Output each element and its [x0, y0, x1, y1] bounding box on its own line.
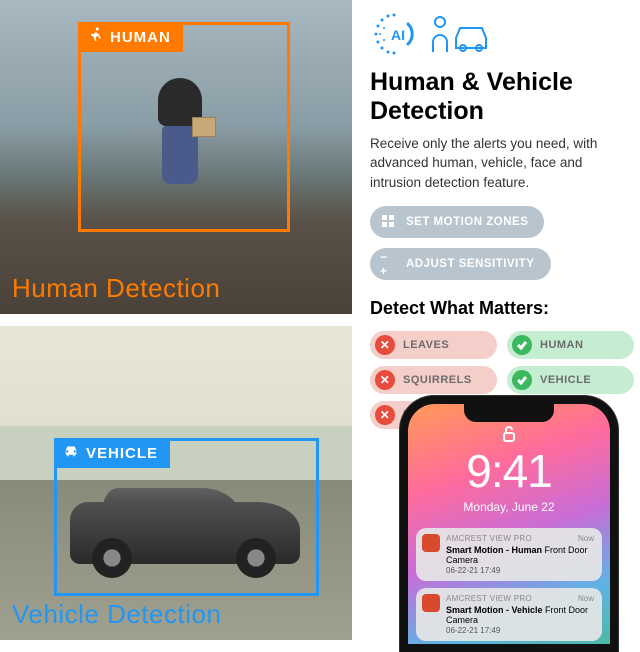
grid-icon: [380, 213, 398, 231]
vehicle-caption: Vehicle Detection: [12, 599, 221, 630]
set-motion-zones-label: SET MOTION ZONES: [406, 216, 528, 228]
icon-row: AI: [370, 10, 634, 58]
notification-title: Smart Motion - Human Front Door Camera: [446, 545, 594, 565]
detect-what-matters-header: Detect What Matters:: [370, 298, 634, 319]
running-person-icon: [86, 26, 104, 48]
subheading: Receive only the alerts you need, with a…: [370, 134, 634, 193]
adjust-sensitivity-label: ADJUST SENSITIVITY: [406, 258, 535, 270]
vehicle-detection-image: VEHICLE Vehicle Detection: [0, 326, 352, 640]
vehicle-bounding-box: VEHICLE: [54, 438, 319, 596]
notification-2[interactable]: AMCREST VIEW PRO Now Smart Motion - Vehi…: [416, 588, 602, 641]
chip-leaves: ✕LEAVES: [370, 331, 497, 359]
notification-time: Now: [578, 594, 594, 603]
x-icon: ✕: [375, 370, 395, 390]
notification-app: AMCREST VIEW PRO: [446, 534, 594, 543]
set-motion-zones-button[interactable]: SET MOTION ZONES: [370, 206, 544, 238]
chip-squirrels: ✕SQUIRRELS: [370, 366, 497, 394]
vehicle-tag-label: VEHICLE: [86, 445, 158, 462]
notification-1[interactable]: AMCREST VIEW PRO Now Smart Motion - Huma…: [416, 528, 602, 581]
x-icon: ✕: [375, 405, 395, 425]
notification-time: Now: [578, 534, 594, 543]
car-icon: [62, 442, 80, 464]
x-icon: ✕: [375, 335, 395, 355]
adjust-sensitivity-button[interactable]: − + ADJUST SENSITIVITY: [370, 248, 551, 280]
human-tag-label: HUMAN: [110, 29, 171, 46]
svg-text:AI: AI: [391, 27, 405, 43]
human-detection-image: HUMAN Human Detection: [0, 0, 352, 314]
notification-title: Smart Motion - Vehicle Front Door Camera: [446, 605, 594, 625]
app-icon: [422, 594, 440, 612]
human-bounding-box: HUMAN: [78, 22, 290, 232]
chip-vehicle: VEHICLE: [507, 366, 634, 394]
lockscreen-time: 9:41: [408, 444, 610, 498]
ai-badge-icon: AI: [370, 10, 418, 58]
check-icon: [512, 335, 532, 355]
vehicle-tag: VEHICLE: [54, 438, 170, 468]
lockscreen-date: Monday, June 22: [408, 500, 610, 514]
human-tag: HUMAN: [78, 22, 183, 52]
app-icon: [422, 534, 440, 552]
person-vehicle-icon: [430, 14, 492, 54]
chip-human: HUMAN: [507, 331, 634, 359]
minus-plus-icon: − +: [380, 255, 398, 273]
check-icon: [512, 370, 532, 390]
notification-app: AMCREST VIEW PRO: [446, 594, 594, 603]
phone-mockup: 9:41 Monday, June 22 AMCREST VIEW PRO No…: [400, 396, 618, 652]
headline: Human & Vehicle Detection: [370, 68, 634, 126]
human-caption: Human Detection: [12, 273, 220, 304]
notification-timestamp: 06-22-21 17:49: [446, 566, 594, 575]
notification-timestamp: 06-22-21 17:49: [446, 626, 594, 635]
